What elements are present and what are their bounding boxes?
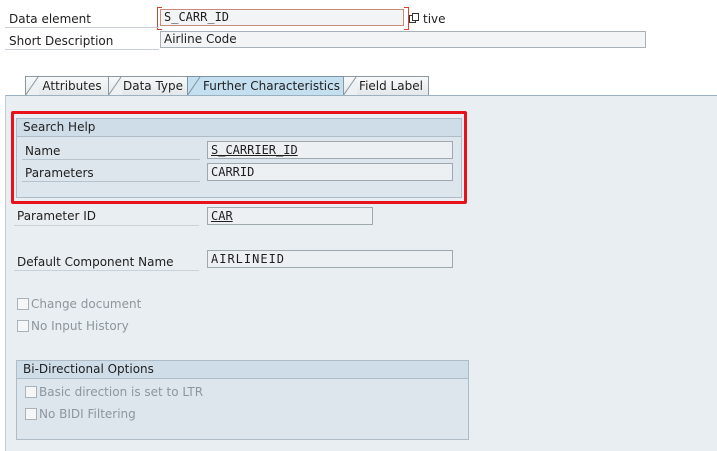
label-underline [5, 49, 159, 50]
no-bidi-filtering-checkbox[interactable] [25, 408, 37, 420]
status-text: tive [423, 12, 446, 26]
data-element-input[interactable]: S_CARR_ID [160, 9, 404, 26]
short-description-value: Airline Code [164, 32, 237, 46]
highlight-box [11, 111, 467, 204]
short-description-input[interactable]: Airline Code [160, 31, 646, 48]
data-element-value: S_CARR_ID [164, 10, 230, 24]
copy-icon[interactable] [409, 12, 419, 23]
change-document-label: Change document [31, 297, 142, 311]
tab-field-label[interactable]: Field Label [343, 76, 429, 96]
tab-attributes[interactable]: Attributes [25, 76, 109, 96]
change-document-checkbox[interactable] [17, 298, 29, 310]
tab-field-label-label: Field Label [359, 79, 423, 93]
label-underline [5, 27, 159, 28]
parameter-id-label: Parameter ID [17, 209, 97, 223]
label-underline [14, 270, 199, 271]
data-element-label: Data element [9, 12, 91, 26]
no-input-history-label: No Input History [31, 319, 129, 333]
parameter-id-input[interactable]: CAR [207, 207, 373, 225]
short-description-label: Short Description [9, 34, 114, 48]
default-component-value: AIRLINEID [211, 252, 286, 266]
tab-attributes-label: Attributes [42, 79, 102, 93]
basic-direction-checkbox[interactable] [25, 386, 37, 398]
no-bidi-filtering-label: No BIDI Filtering [39, 407, 136, 421]
default-component-input[interactable]: AIRLINEID [207, 250, 453, 268]
label-underline [14, 225, 199, 226]
basic-direction-label: Basic direction is set to LTR [39, 385, 204, 399]
tab-data-type[interactable]: Data Type [108, 76, 188, 96]
bidi-group: Bi-Directional Options [16, 360, 469, 440]
tab-further-characteristics-label: Further Characteristics [203, 79, 340, 93]
no-input-history-checkbox[interactable] [17, 320, 29, 332]
default-component-label: Default Component Name [17, 255, 174, 269]
tab-further-characteristics[interactable]: Further Characteristics [187, 76, 344, 96]
parameter-id-value: CAR [211, 209, 233, 223]
tab-data-type-label: Data Type [122, 79, 184, 93]
bidi-title: Bi-Directional Options [17, 361, 468, 379]
